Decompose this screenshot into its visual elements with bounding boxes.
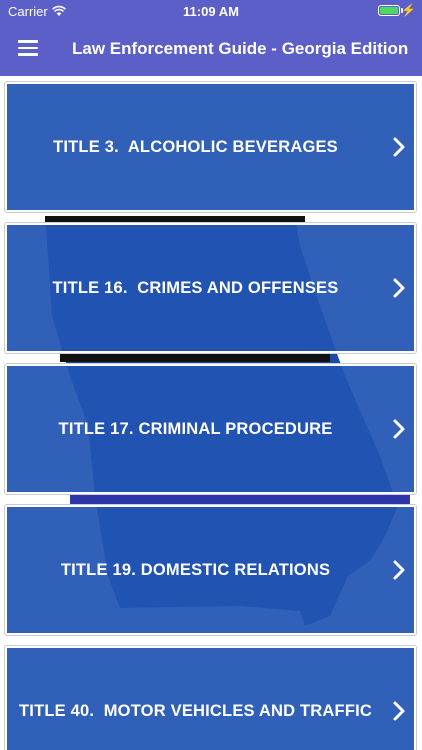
chevron-right-icon: [393, 701, 405, 721]
clock: 11:09 AM: [183, 4, 239, 19]
list-item-title-19[interactable]: TITLE 19. DOMESTIC RELATIONS: [5, 505, 416, 635]
list-item-title-17[interactable]: TITLE 17. CRIMINAL PROCEDURE: [5, 364, 416, 494]
status-bar: Carrier 11:09 AM ⚡: [0, 0, 422, 24]
list-item-label: TITLE 16. CRIMES AND OFFENSES: [52, 278, 339, 297]
list-item-label: TITLE 40. MOTOR VEHICLES AND TRAFFIC: [19, 701, 372, 720]
hamburger-menu-icon[interactable]: [18, 40, 38, 56]
chevron-right-icon: [393, 278, 405, 298]
title-list[interactable]: TITLE 3. ALCOHOLIC BEVERAGES TITLE 16. C…: [0, 76, 422, 750]
list-item-label: TITLE 3. ALCOHOLIC BEVERAGES: [53, 137, 338, 156]
battery-icon: [378, 5, 400, 16]
list-item-title-40[interactable]: TITLE 40. MOTOR VEHICLES AND TRAFFIC: [5, 646, 416, 750]
list-item-label: TITLE 17. CRIMINAL PROCEDURE: [58, 419, 333, 438]
list-item-label: TITLE 19. DOMESTIC RELATIONS: [60, 560, 331, 579]
chevron-right-icon: [393, 137, 405, 157]
chevron-right-icon: [393, 560, 405, 580]
nav-bar: Law Enforcement Guide - Georgia Edition: [0, 24, 422, 76]
charging-bolt-icon: ⚡: [401, 3, 416, 17]
page-title: Law Enforcement Guide - Georgia Edition: [72, 39, 409, 58]
list-item-title-16[interactable]: TITLE 16. CRIMES AND OFFENSES: [5, 223, 416, 353]
chevron-right-icon: [393, 419, 405, 439]
list-item-title-3[interactable]: TITLE 3. ALCOHOLIC BEVERAGES: [5, 82, 416, 212]
